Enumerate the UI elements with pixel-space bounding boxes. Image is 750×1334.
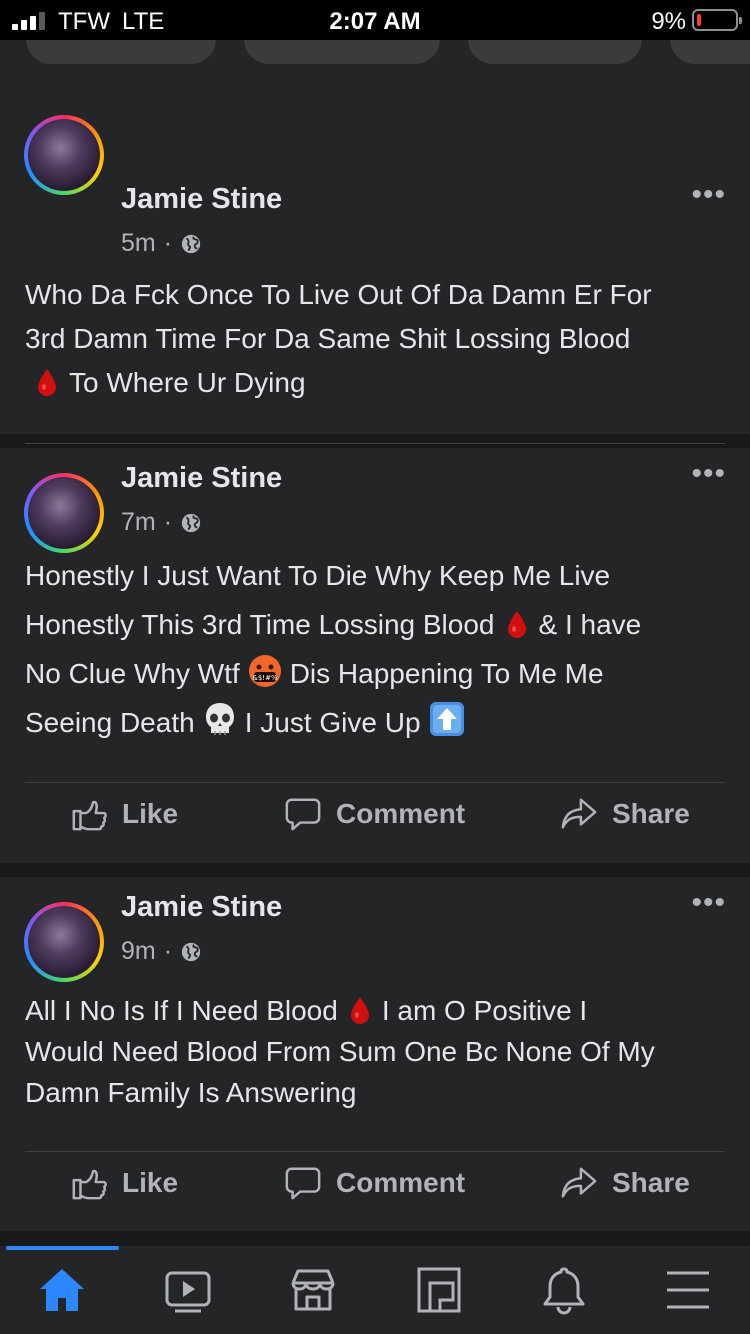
like-button[interactable]: Like — [70, 1153, 178, 1213]
comment-label: Comment — [336, 798, 466, 829]
story-pill[interactable] — [26, 40, 216, 64]
avatar[interactable] — [24, 902, 104, 982]
post-text-line: Damn Family Is Answering — [25, 1072, 725, 1113]
post-text-segment: All I No Is If I Need Blood — [25, 995, 338, 1026]
bottom-nav — [0, 1246, 750, 1334]
marketplace-icon[interactable] — [287, 1264, 339, 1316]
svg-text:&$!#%: &$!#% — [252, 674, 278, 682]
avatar[interactable] — [24, 473, 104, 553]
notifications-bell-icon[interactable] — [538, 1264, 590, 1316]
story-strip[interactable] — [0, 40, 750, 90]
comment-bubble-icon — [285, 1167, 321, 1200]
divider — [25, 443, 725, 444]
comment-bubble-icon — [285, 798, 321, 831]
post-text-segment: I am O Positive I — [381, 995, 588, 1026]
post-text-segment: Honestly I Just Want To Die Why Keep Me … — [25, 560, 611, 591]
share-arrow-icon — [561, 798, 597, 829]
post-text-segment: 3rd Damn Time For Da Same Shit Lossing B… — [25, 323, 631, 354]
share-label: Share — [612, 798, 690, 829]
post-text-segment: No Clue Why Wtf — [25, 658, 240, 689]
status-bar: TFW LTE 2:07 AM 9% — [0, 0, 750, 40]
post-text-segment: I Just Give Up — [244, 707, 421, 738]
globe-icon — [181, 234, 201, 253]
globe-icon — [181, 942, 201, 961]
post-text: Who Da Fck Once To Live Out Of Da Damn E… — [25, 273, 725, 405]
more-options-icon[interactable]: ••• — [691, 886, 726, 920]
story-pill[interactable] — [468, 40, 642, 64]
post-text-segment: Honestly This 3rd Time Lossing Blood — [25, 609, 495, 640]
post-text-segment: Dis Happening To Me Me — [289, 658, 604, 689]
post-text-line: To Where Ur Dying — [25, 361, 725, 405]
post-text-segment: Seeing Death — [25, 707, 195, 738]
post-text-segment: Damn Family Is Answering — [25, 1077, 357, 1108]
separator-dot: · — [163, 508, 173, 536]
home-icon[interactable] — [36, 1264, 88, 1316]
post-text-segment: To Where Ur Dying — [69, 367, 306, 398]
like-label: Like — [122, 1167, 179, 1198]
like-button[interactable]: Like — [70, 784, 178, 844]
clock: 2:07 AM — [329, 8, 421, 35]
like-label: Like — [122, 798, 179, 829]
post-text-segment: & I have — [538, 609, 642, 640]
post-actions: Like Comment Share — [0, 1153, 750, 1213]
post-time[interactable]: 9m — [121, 937, 156, 966]
skull-emoji — [205, 703, 234, 735]
battery-percent: 9% — [651, 8, 686, 35]
post-text-line: Who Da Fck Once To Live Out Of Da Damn E… — [25, 273, 725, 317]
post-time[interactable]: 7m — [121, 508, 156, 537]
post-text-line: No Clue Why Wtf &$!#% Dis Happening To Me … — [25, 649, 725, 698]
drop-of-blood-emoji — [38, 369, 56, 396]
share-button[interactable]: Share — [560, 1153, 690, 1213]
watch-video-icon[interactable] — [162, 1264, 214, 1316]
post-text-segment: Would Need Blood From Sum One Bc None Of… — [25, 1036, 655, 1067]
post-meta: 7m · — [121, 508, 202, 537]
post-text: Honestly I Just Want To Die Why Keep Me … — [25, 551, 725, 747]
post-text-line: Seeing Death I Just Give Up — [25, 698, 725, 747]
post-time[interactable]: 5m — [121, 229, 156, 258]
up-arrow-emoji — [429, 702, 464, 736]
feed-post: Jamie Stine 9m · ••• All I No Is If I Nee… — [0, 877, 750, 1231]
feed-post: Jamie Stine 5m · ••• Who Da Fck Once To L… — [0, 90, 750, 492]
divider — [25, 782, 725, 783]
separator-dot: · — [163, 229, 173, 257]
drop-of-blood-emoji — [350, 997, 369, 1024]
more-options-icon[interactable]: ••• — [691, 457, 726, 491]
pages-icon[interactable] — [413, 1264, 465, 1316]
more-options-icon[interactable]: ••• — [691, 178, 726, 212]
drop-of-blood-emoji — [507, 611, 526, 638]
thumbs-up-icon — [72, 800, 107, 831]
comment-button[interactable]: Comment — [284, 1153, 465, 1213]
author-name[interactable]: Jamie Stine — [121, 462, 282, 495]
divider — [25, 1151, 725, 1152]
cursing-face-emoji: &$!#% — [248, 655, 281, 687]
post-text-segment: Who Da Fck Once To Live Out Of Da Damn E… — [25, 279, 652, 310]
post-actions: Like Comment Share — [0, 784, 750, 844]
separator-dot: · — [163, 937, 173, 965]
globe-icon — [181, 513, 201, 532]
story-pill[interactable] — [670, 40, 750, 64]
post-text-line: Honestly I Just Want To Die Why Keep Me … — [25, 551, 725, 600]
thumbs-up-icon — [72, 1169, 107, 1200]
active-tab-indicator — [6, 1246, 119, 1250]
post-text-line: Honestly This 3rd Time Lossing Blood & I … — [25, 600, 725, 649]
share-label: Share — [612, 1167, 690, 1198]
comment-label: Comment — [336, 1167, 466, 1198]
post-text: All I No Is If I Need Blood I am O Positi… — [25, 990, 725, 1113]
post-meta: 5m · — [121, 229, 202, 258]
story-pill[interactable] — [244, 40, 440, 64]
avatar[interactable] — [24, 115, 104, 195]
comment-button[interactable]: Comment — [284, 784, 465, 844]
share-arrow-icon — [561, 1167, 597, 1198]
feed-post: Jamie Stine 7m · ••• Honestly I Just Want… — [0, 448, 750, 863]
share-button[interactable]: Share — [560, 784, 690, 844]
author-name[interactable]: Jamie Stine — [121, 891, 282, 924]
battery-icon — [692, 9, 742, 31]
post-text-line: 3rd Damn Time For Da Same Shit Lossing B… — [25, 317, 725, 361]
author-name[interactable]: Jamie Stine — [121, 183, 282, 216]
post-text-line: All I No Is If I Need Blood I am O Positi… — [25, 990, 725, 1031]
post-text-line: Would Need Blood From Sum One Bc None Of… — [25, 1031, 725, 1072]
menu-icon[interactable] — [662, 1264, 714, 1316]
post-meta: 9m · — [121, 937, 202, 966]
